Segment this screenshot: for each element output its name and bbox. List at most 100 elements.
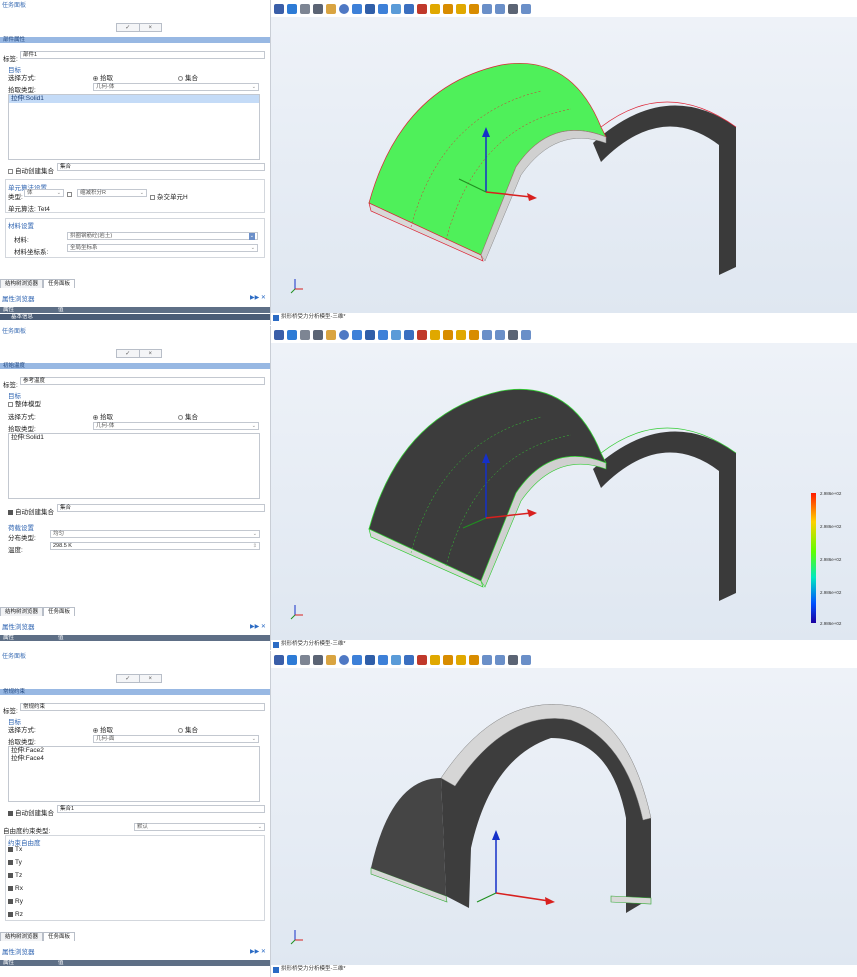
zoom-all-icon[interactable] xyxy=(378,654,388,665)
section-header[interactable]: 常规约束 xyxy=(0,689,270,695)
cube-top-icon[interactable] xyxy=(456,654,466,665)
wire-icon[interactable] xyxy=(521,3,531,14)
dof-ry-checkbox[interactable]: Ry xyxy=(8,898,23,905)
cube-front-icon[interactable] xyxy=(430,329,440,340)
set-radio[interactable]: 集合 xyxy=(178,411,198,421)
stack-icon[interactable] xyxy=(495,3,505,14)
set-radio[interactable]: 集合 xyxy=(178,72,198,82)
screenshot-icon[interactable] xyxy=(274,329,284,340)
material-coord-select[interactable]: 全局坐标系 ⌄ xyxy=(67,244,258,252)
rotate-icon[interactable] xyxy=(391,654,401,665)
selection-list[interactable]: 拉伸:Solid1 xyxy=(8,94,260,160)
auto-create-checkbox[interactable]: 自动创建集合 xyxy=(8,506,54,516)
grid-icon[interactable] xyxy=(313,3,323,14)
title-input[interactable]: 参考温度 xyxy=(20,377,265,385)
tab-structure-tree[interactable]: 结构树浏览器 xyxy=(0,932,44,941)
pick-type-select[interactable]: 几何-体 ⌄ xyxy=(93,422,259,430)
layers-icon[interactable] xyxy=(482,329,492,340)
axis-icon[interactable] xyxy=(300,3,310,14)
auto-set-input[interactable]: 集合 xyxy=(57,163,265,171)
type-select[interactable]: 体 ⌄ xyxy=(24,189,64,197)
auto-set-input[interactable]: 集合1 xyxy=(57,805,265,813)
cancel-button[interactable]: × xyxy=(138,675,162,682)
zoom-all-icon[interactable] xyxy=(378,3,388,14)
cube-side-icon[interactable] xyxy=(443,3,453,14)
viewport-tab[interactable]: 拱形桥受力分析模型-三维* xyxy=(271,965,345,974)
cube-top-icon[interactable] xyxy=(456,329,466,340)
rotate-icon[interactable] xyxy=(391,329,401,340)
ok-button[interactable]: ✓ xyxy=(117,675,139,682)
cube-iso-icon[interactable] xyxy=(469,3,479,14)
dof-rx-checkbox[interactable]: Rx xyxy=(8,885,23,892)
mesh-icon[interactable] xyxy=(508,329,518,340)
viewport-tab[interactable]: 拱形桥受力分析模型-三维* xyxy=(271,313,345,322)
dof-tz-checkbox[interactable]: Tz xyxy=(8,872,22,879)
print-icon[interactable] xyxy=(287,329,297,340)
section-header[interactable]: 初始温度 xyxy=(0,363,270,369)
viewport-tab[interactable]: 拱形桥受力分析模型-三维* xyxy=(271,640,345,649)
cube-front-icon[interactable] xyxy=(430,654,440,665)
redo-view-icon[interactable] xyxy=(417,654,427,665)
tab-structure-tree[interactable]: 结构树浏览器 xyxy=(0,279,44,288)
paint-icon[interactable] xyxy=(326,654,336,665)
title-input[interactable]: 部件1 xyxy=(20,51,265,59)
wire-icon[interactable] xyxy=(521,329,531,340)
mesh-icon[interactable] xyxy=(508,3,518,14)
redo-view-icon[interactable] xyxy=(417,329,427,340)
cancel-button[interactable]: × xyxy=(138,350,162,357)
cube-iso-icon[interactable] xyxy=(469,329,479,340)
undo-view-icon[interactable] xyxy=(404,329,414,340)
cube-side-icon[interactable] xyxy=(443,329,453,340)
mesh-icon[interactable] xyxy=(508,654,518,665)
dist-type-select[interactable]: 均匀 ⌄ xyxy=(50,530,260,538)
pin-icon[interactable]: ▶▶ ✕ xyxy=(250,294,266,301)
zoom-box-icon[interactable] xyxy=(352,3,362,14)
auto-set-input[interactable]: 集合 xyxy=(57,504,265,512)
pick-radio[interactable]: 拾取 xyxy=(93,724,113,734)
sphere-icon[interactable] xyxy=(339,654,349,665)
layers-icon[interactable] xyxy=(482,3,492,14)
viewport-3d[interactable] xyxy=(271,668,857,965)
viewport-3d[interactable] xyxy=(271,17,857,313)
whole-model-checkbox[interactable]: 整体模型 xyxy=(8,398,41,408)
tab-task-panel[interactable]: 任务面板 xyxy=(43,932,76,941)
cube-top-icon[interactable] xyxy=(456,3,466,14)
cancel-button[interactable]: × xyxy=(138,24,162,31)
pick-radio[interactable]: 拾取 xyxy=(93,411,113,421)
rotate-icon[interactable] xyxy=(391,3,401,14)
fit-icon[interactable] xyxy=(365,329,375,340)
dof-tx-checkbox[interactable]: Tx xyxy=(8,846,22,853)
paint-icon[interactable] xyxy=(326,3,336,14)
ok-button[interactable]: ✓ xyxy=(117,350,139,357)
ok-button[interactable]: ✓ xyxy=(117,24,139,31)
list-item[interactable]: 拉伸:Face2 xyxy=(9,747,259,755)
zoom-box-icon[interactable] xyxy=(352,654,362,665)
cube-side-icon[interactable] xyxy=(443,654,453,665)
list-item[interactable]: 拉伸:Solid1 xyxy=(9,434,259,442)
hybrid-checkbox[interactable]: 杂交单元H xyxy=(150,191,188,201)
fit-icon[interactable] xyxy=(365,3,375,14)
grid-icon[interactable] xyxy=(313,329,323,340)
pick-type-select[interactable]: 几何-面 ⌄ xyxy=(93,735,259,743)
zoom-box-icon[interactable] xyxy=(352,329,362,340)
zoom-all-icon[interactable] xyxy=(378,329,388,340)
material-select[interactable]: 拱圈钢筋砼(岩土) ⌄ xyxy=(67,232,258,240)
stack-icon[interactable] xyxy=(495,654,505,665)
screenshot-icon[interactable] xyxy=(274,3,284,14)
undo-view-icon[interactable] xyxy=(404,3,414,14)
pin-icon[interactable]: ▶▶ ✕ xyxy=(250,623,266,630)
cube-iso-icon[interactable] xyxy=(469,654,479,665)
pick-radio[interactable]: 拾取 xyxy=(93,72,113,82)
screenshot-icon[interactable] xyxy=(274,654,284,665)
temperature-input[interactable]: 298.5 K ⇳ xyxy=(50,542,260,550)
wire-icon[interactable] xyxy=(521,654,531,665)
layers-icon[interactable] xyxy=(482,654,492,665)
list-item[interactable]: 拉伸:Solid1 xyxy=(9,95,259,103)
stack-icon[interactable] xyxy=(495,329,505,340)
basic-info-row[interactable]: 基本信息 xyxy=(0,314,270,320)
reduced-checkbox[interactable] xyxy=(67,191,74,198)
list-item[interactable]: 拉伸:Face4 xyxy=(9,755,259,763)
pin-icon[interactable]: ▶▶ ✕ xyxy=(250,948,266,955)
auto-create-checkbox[interactable]: 自动创建集合 xyxy=(8,807,54,817)
undo-view-icon[interactable] xyxy=(404,654,414,665)
